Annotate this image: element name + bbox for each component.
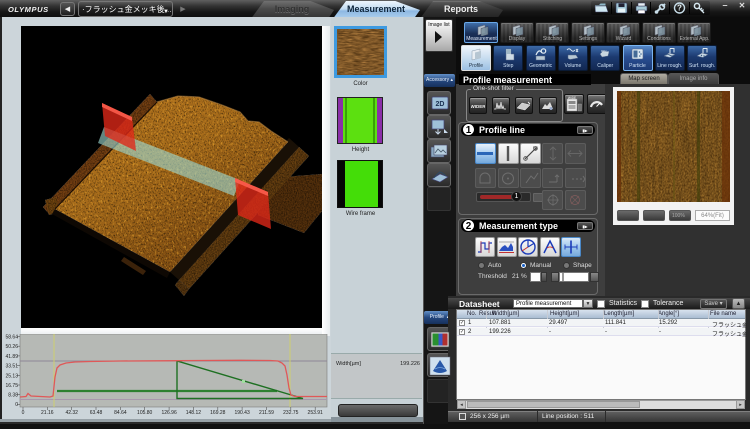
svg-text:148.12: 148.12 [186,410,202,416]
svg-text:41.89: 41.89 [5,354,18,360]
svg-text:16.75: 16.75 [5,383,18,389]
svg-text:?: ? [677,4,682,13]
svg-text:25.13: 25.13 [5,373,18,379]
svg-text:84.64: 84.64 [114,410,127,416]
svg-text:169.28: 169.28 [210,410,226,416]
svg-text:21.16: 21.16 [41,410,54,416]
svg-text:253.91: 253.91 [308,410,324,416]
svg-text:190.43: 190.43 [234,410,250,416]
svg-text:33.51: 33.51 [5,364,18,370]
svg-text:50.26: 50.26 [5,344,18,350]
svg-text:58.64: 58.64 [5,335,18,341]
svg-text:0: 0 [15,402,18,408]
svg-text:63.48: 63.48 [90,410,103,416]
svg-text:232.75: 232.75 [283,410,299,416]
svg-text:WIDE: WIDE [568,96,576,100]
svg-text:2D: 2D [436,101,445,108]
svg-text:8.38: 8.38 [8,393,18,399]
svg-text:105.80: 105.80 [137,410,153,416]
svg-text:42.32: 42.32 [65,410,78,416]
svg-text:WIDER: WIDER [471,104,485,109]
svg-text:0: 0 [22,410,25,416]
svg-text:126.96: 126.96 [161,410,177,416]
svg-text:211.59: 211.59 [259,410,274,416]
